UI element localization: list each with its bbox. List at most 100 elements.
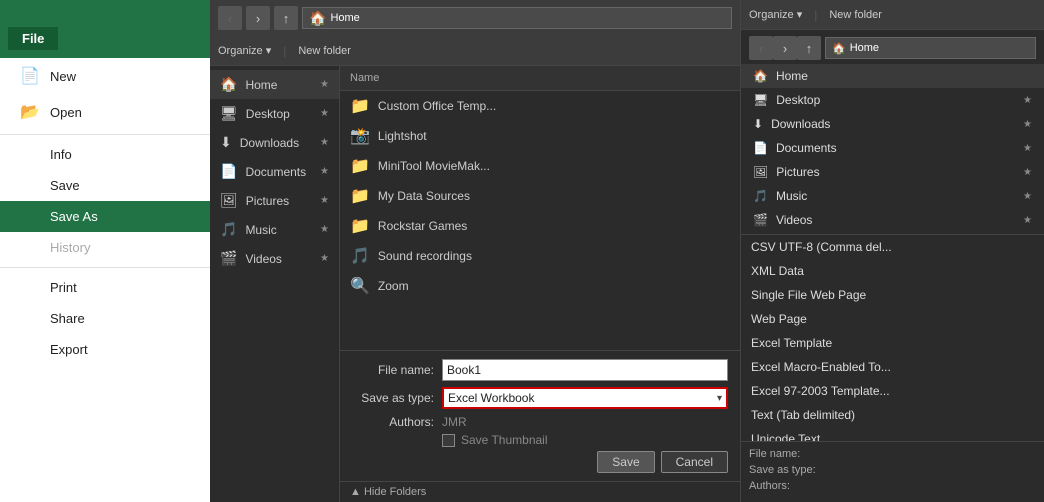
nav-home[interactable]: 🏠 Home ★ <box>210 70 339 99</box>
type-new-folder-button[interactable]: New folder <box>829 9 882 21</box>
format-csv-utf8[interactable]: CSV UTF-8 (Comma del... <box>741 235 1044 259</box>
nav-music-pin: ★ <box>320 224 329 235</box>
saveas-content: 🏠 Home ★ 🖥 Desktop ★ ⬇ Downloads ★ 📄 Doc… <box>210 66 740 502</box>
file-menu-saveas[interactable]: Save As <box>0 201 210 232</box>
nav-documents[interactable]: 📄 Documents ★ <box>210 157 339 186</box>
type-dropdown: Organize ▾ | New folder ‹ › ↑ 🏠 Home 🏠 H… <box>740 0 1044 502</box>
right-nav-downloads[interactable]: ⬇ Downloads ★ <box>741 112 1044 136</box>
file-tab-button[interactable]: File <box>8 27 58 50</box>
right-nav-music[interactable]: 🎵 Music ★ <box>741 184 1044 208</box>
file-menu-sep-1 <box>0 134 210 135</box>
file-menu-top: File <box>0 0 210 58</box>
cancel-button[interactable]: Cancel <box>661 451 728 473</box>
nav-back-button[interactable]: ‹ <box>218 6 242 30</box>
right-nav-pictures[interactable]: 🖼 Pictures ★ <box>741 160 1044 184</box>
file-item-2-icon: 📁 <box>350 156 370 176</box>
file-item-4-icon: 📁 <box>350 216 370 236</box>
nav-documents-pin: ★ <box>320 166 329 177</box>
nav-up-button[interactable]: ↑ <box>274 6 298 30</box>
nav-downloads[interactable]: ⬇ Downloads ★ <box>210 128 339 157</box>
format-xml-data[interactable]: XML Data <box>741 259 1044 283</box>
addr-home-icon: 🏠 <box>309 10 326 27</box>
thumbnail-row: Save Thumbnail <box>352 433 728 447</box>
file-item-1[interactable]: 📸 Lightshot <box>340 121 740 151</box>
nav-pictures[interactable]: 🖼 Pictures ★ <box>210 186 339 215</box>
right-nav-home-icon: 🏠 <box>753 69 768 83</box>
new-icon: 📄 <box>20 66 40 86</box>
saveas-form: File name: Save as type: Excel Workbook … <box>340 350 740 481</box>
right-nav-desktop-icon: 🖥 <box>753 93 768 107</box>
filename-row: File name: <box>352 359 728 381</box>
nav-videos[interactable]: 🎬 Videos ★ <box>210 244 339 273</box>
file-item-5-icon: 🎵 <box>350 246 370 266</box>
file-menu-new[interactable]: 📄 New <box>0 58 210 94</box>
open-icon: 📂 <box>20 102 40 122</box>
file-menu-items: 📄 New 📂 Open Info Save Save As <box>0 58 210 502</box>
right-nav-up[interactable]: ↑ <box>797 36 821 60</box>
organize-button[interactable]: Organize ▾ <box>218 44 271 57</box>
nav-music[interactable]: 🎵 Music ★ <box>210 215 339 244</box>
filename-input[interactable] <box>442 359 728 381</box>
format-web-page[interactable]: Web Page <box>741 307 1044 331</box>
hide-folders-button[interactable]: ▲ Hide Folders <box>340 481 740 502</box>
file-menu-sep-2 <box>0 267 210 268</box>
save-button[interactable]: Save <box>597 451 654 473</box>
nav-desktop-icon: 🖥 <box>220 105 238 122</box>
file-item-5[interactable]: 🎵 Sound recordings <box>340 241 740 271</box>
right-nav-music-icon: 🎵 <box>753 189 768 203</box>
right-nav-home[interactable]: 🏠 Home <box>741 64 1044 88</box>
file-item-0-icon: 📁 <box>350 96 370 116</box>
filetype-row: Save as type: Excel Workbook ▾ <box>352 387 728 409</box>
right-filetype-row: Save as type: <box>749 464 1036 476</box>
nav-desktop-pin: ★ <box>320 108 329 119</box>
organize-bar: Organize ▾ | New folder <box>210 36 740 66</box>
format-excel-template[interactable]: Excel Template <box>741 331 1044 355</box>
file-menu-share[interactable]: Share <box>0 303 210 334</box>
file-menu-export[interactable]: Export <box>0 334 210 365</box>
nav-desktop[interactable]: 🖥 Desktop ★ <box>210 99 339 128</box>
nav-music-icon: 🎵 <box>220 221 237 238</box>
nav-forward-button[interactable]: › <box>246 6 270 30</box>
right-panel-nav: ‹ › ↑ 🏠 Home 🏠 Home 🖥 Desktop ★ ⬇ Downlo… <box>741 30 1044 235</box>
right-nav-videos[interactable]: 🎬 Videos ★ <box>741 208 1044 232</box>
right-nav-documents[interactable]: 📄 Documents ★ <box>741 136 1044 160</box>
nav-videos-icon: 🎬 <box>220 250 237 267</box>
file-menu-print[interactable]: Print <box>0 272 210 303</box>
file-menu: File 📄 New 📂 Open Info Save Save <box>0 0 210 502</box>
file-item-3[interactable]: 📁 My Data Sources <box>340 181 740 211</box>
right-nav-videos-icon: 🎬 <box>753 213 768 227</box>
address-bar[interactable]: 🏠 Home <box>302 7 732 29</box>
right-addr-bar[interactable]: 🏠 Home <box>825 37 1036 59</box>
filetype-select[interactable]: Excel Workbook ▾ <box>442 387 728 409</box>
format-excel-9703-tmpl[interactable]: Excel 97-2003 Template... <box>741 379 1044 403</box>
file-menu-save[interactable]: Save <box>0 170 210 201</box>
authors-row: Authors: JMR <box>352 415 728 429</box>
format-single-web[interactable]: Single File Web Page <box>741 283 1044 307</box>
type-dropdown-toolbar: Organize ▾ | New folder <box>741 0 1044 30</box>
file-menu-info[interactable]: Info <box>0 139 210 170</box>
format-excel-macro[interactable]: Excel Macro-Enabled To... <box>741 355 1044 379</box>
file-item-0[interactable]: 📁 Custom Office Temp... <box>340 91 740 121</box>
file-item-6[interactable]: 🔍 Zoom <box>340 271 740 301</box>
nav-videos-pin: ★ <box>320 253 329 264</box>
right-nav-pictures-icon: 🖼 <box>753 165 768 179</box>
thumbnail-checkbox[interactable] <box>442 434 455 447</box>
right-nav-documents-icon: 📄 <box>753 141 768 155</box>
file-list-scroll[interactable]: 📁 Custom Office Temp... 📸 Lightshot 📁 Mi… <box>340 91 740 350</box>
right-nav-downloads-icon: ⬇ <box>753 117 763 131</box>
right-nav-desktop[interactable]: 🖥 Desktop ★ <box>741 88 1044 112</box>
right-nav-back[interactable]: ‹ <box>749 36 773 60</box>
file-menu-open[interactable]: 📂 Open <box>0 94 210 130</box>
type-organize-button[interactable]: Organize ▾ <box>749 8 802 21</box>
file-item-3-icon: 📁 <box>350 186 370 206</box>
right-nav-header: ‹ › ↑ 🏠 Home <box>741 32 1044 64</box>
format-type-list[interactable]: CSV UTF-8 (Comma del... XML Data Single … <box>741 235 1044 441</box>
format-text-tab[interactable]: Text (Tab delimited) <box>741 403 1044 427</box>
new-folder-button[interactable]: New folder <box>298 45 351 57</box>
nav-pictures-icon: 🖼 <box>220 192 238 209</box>
file-list-header: Name <box>340 66 740 91</box>
file-item-2[interactable]: 📁 MiniTool MovieMak... <box>340 151 740 181</box>
format-unicode-text[interactable]: Unicode Text <box>741 427 1044 441</box>
file-item-4[interactable]: 📁 Rockstar Games <box>340 211 740 241</box>
right-nav-forward[interactable]: › <box>773 36 797 60</box>
